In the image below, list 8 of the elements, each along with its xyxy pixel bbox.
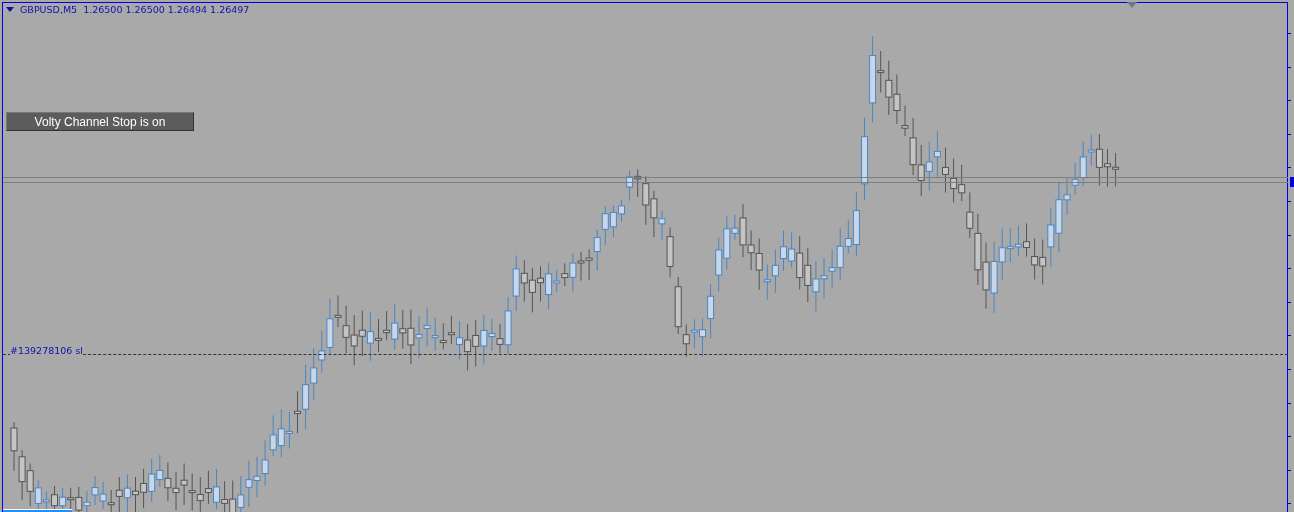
price-marker — [1290, 177, 1294, 187]
caret-icon[interactable] — [6, 7, 14, 12]
chart-shift-icon[interactable] — [1127, 2, 1137, 8]
price-values: 1.26500 1.26500 1.26494 1.26497 — [83, 4, 250, 15]
order-line-label: #139278106 sl — [10, 345, 83, 356]
symbol-label: GBPUSD,M5 — [20, 4, 78, 15]
tab-strip[interactable] — [3, 509, 72, 512]
status-button[interactable]: Volty Channel Stop is on — [6, 112, 194, 131]
